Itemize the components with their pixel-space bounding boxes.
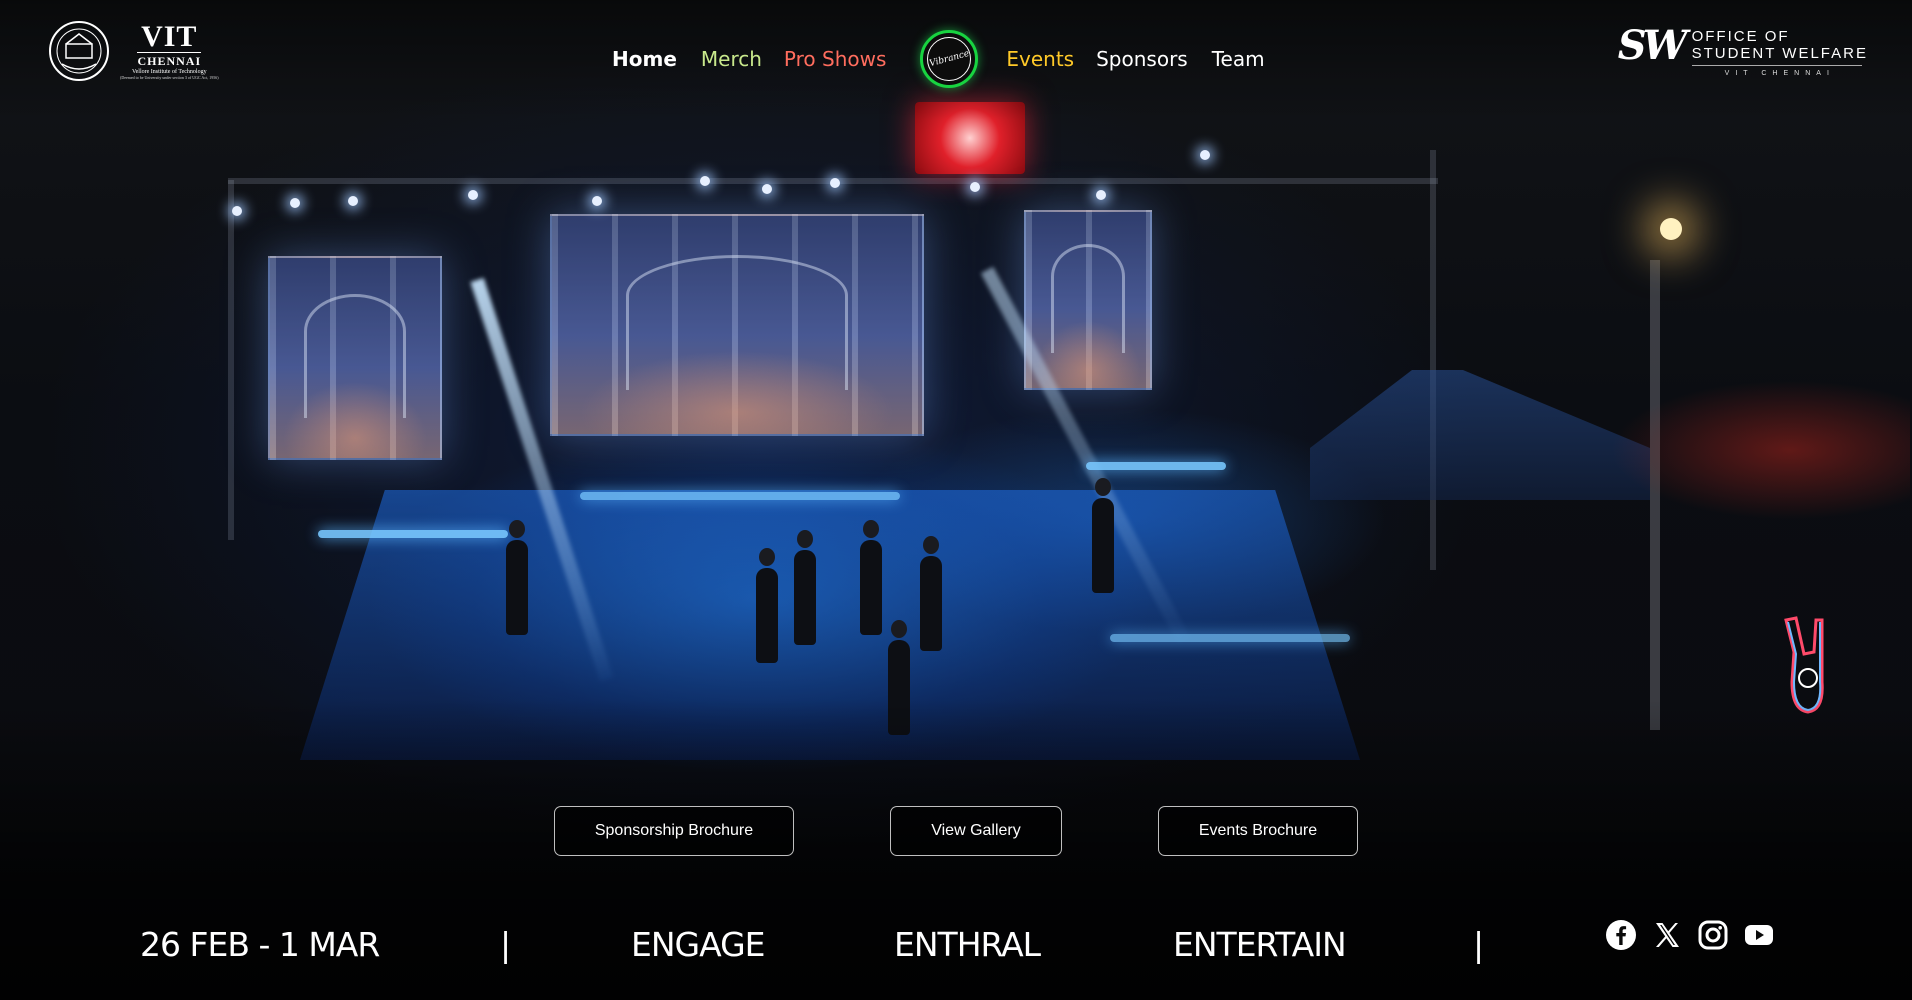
tagline-entertain: ENTERTAIN [1173,925,1347,964]
vibrance-badge-ring: Vibrance [927,37,972,81]
osw-subtitle: VIT CHENNAI [1724,70,1835,77]
nav-team[interactable]: Team [1212,47,1265,71]
osw-line-1: OFFICE OF [1691,28,1790,45]
vit-wordmark: VIT CHENNAI Vellore Institute of Technol… [120,20,219,81]
youtube-link[interactable] [1742,918,1776,952]
osw-line-2: STUDENT WELFARE [1691,45,1868,62]
instagram-icon [1698,920,1728,950]
x-icon [1656,923,1679,947]
main-navigation: Home Merch Pro Shows Vibrance Events Spo… [612,30,1265,88]
facebook-link[interactable] [1604,918,1638,952]
social-links [1604,918,1776,952]
nav-pro-shows[interactable]: Pro Shows [784,47,886,71]
vit-tagline: (Deemed to be University under section 3… [120,75,219,80]
osw-divider [1691,65,1862,66]
nav-home[interactable]: Home [612,47,677,71]
strip-separator: | [1473,925,1484,964]
event-dates: 26 FEB - 1 MAR [140,925,380,964]
sponsorship-brochure-button[interactable]: Sponsorship Brochure [554,806,794,856]
instagram-link[interactable] [1696,918,1730,952]
tagline-enthral: ENTHRAL [894,925,1041,964]
vit-chennai-logo[interactable]: VIT CHENNAI Vellore Institute of Technol… [48,20,219,82]
osw-wordmark: OFFICE OF STUDENT WELFARE VIT CHENNAI [1691,28,1868,77]
vit-city: CHENNAI [137,52,202,68]
x-link[interactable] [1650,918,1684,952]
events-brochure-button[interactable]: Events Brochure [1158,806,1358,856]
strip-separator: | [500,925,511,964]
tagline-engage: ENGAGE [631,925,766,964]
vibrance-badge-text: Vibrance [928,48,971,70]
youtube-icon [1745,925,1773,945]
vit-title: VIT [141,20,198,53]
office-of-student-welfare-logo[interactable]: SW OFFICE OF STUDENT WELFARE VIT CHENNAI [1617,22,1868,78]
facebook-icon [1606,920,1636,950]
nav-merch[interactable]: Merch [701,47,762,71]
view-gallery-button[interactable]: View Gallery [890,806,1062,856]
vibrance-logo-badge[interactable]: Vibrance [920,30,979,88]
sw-monogram: SW [1617,22,1688,69]
nav-sponsors[interactable]: Sponsors [1096,47,1188,71]
vit-seal-icon [49,21,109,81]
nav-events[interactable]: Events [1006,47,1074,71]
